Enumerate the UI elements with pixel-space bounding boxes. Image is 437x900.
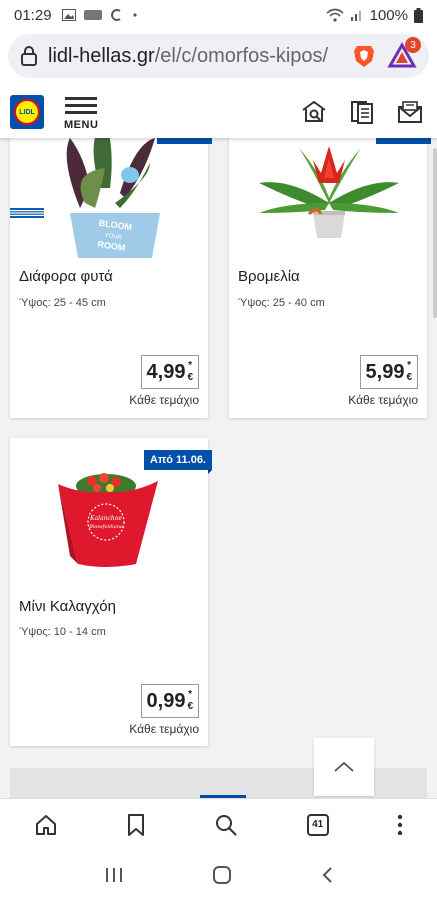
- signal-icon: [350, 11, 361, 21]
- home-icon[interactable]: [34, 813, 58, 837]
- address-bar[interactable]: lidl-hellas.gr/el/c/omorfos-kipos/ 3: [8, 34, 429, 78]
- brave-shields-icon[interactable]: [351, 43, 377, 69]
- price-value: 0,99: [146, 689, 186, 712]
- url-path: /el/c/omorfos-kipos/: [154, 44, 329, 67]
- lock-icon[interactable]: [20, 45, 38, 67]
- status-bar: 01:29 100%: [0, 0, 437, 30]
- url-domain: lidl-hellas.gr: [48, 44, 155, 67]
- wifi-icon: [326, 8, 344, 22]
- dot-notification-icon: [132, 13, 137, 17]
- price-value: 5,99: [365, 360, 405, 383]
- menu-label: MENU: [64, 119, 99, 131]
- product-card[interactable]: Από 11.06. Kalanchoe Blossfeldiana Μίνι …: [10, 438, 213, 746]
- tabs-button[interactable]: 41: [306, 813, 329, 836]
- product-image[interactable]: [229, 138, 427, 258]
- c-notification-icon: [110, 9, 121, 21]
- lidl-logo-mark: LIDL: [14, 99, 40, 125]
- menu-button[interactable]: MENU: [64, 93, 98, 131]
- more-options-icon[interactable]: [397, 814, 403, 836]
- price-star: *: [188, 360, 192, 371]
- product-card[interactable]: BLOOM YOUR ROOM Διάφορα φυτά Ύψος: 25 - …: [10, 138, 212, 418]
- price-box: 0,99 * €: [141, 684, 199, 718]
- product-image[interactable]: Kalanchoe Blossfeldiana: [10, 456, 208, 576]
- price-star: *: [407, 360, 411, 371]
- pot-text-blossfeldiana: Blossfeldiana: [88, 524, 123, 530]
- store-search-icon[interactable]: [301, 99, 327, 125]
- back-icon[interactable]: [321, 866, 333, 884]
- price-value: 4,99: [146, 360, 186, 383]
- status-right: 100%: [326, 7, 423, 24]
- product-image[interactable]: BLOOM YOUR ROOM: [10, 138, 208, 258]
- page-scrollbar[interactable]: [433, 148, 437, 318]
- battery-percent: 100%: [369, 6, 408, 24]
- browser-toolbar: lidl-hellas.gr/el/c/omorfos-kipos/ 3: [0, 30, 437, 86]
- status-time: 01:29: [14, 6, 52, 24]
- app-notification-icon: [83, 10, 102, 20]
- brave-rewards-button[interactable]: 3: [387, 37, 421, 71]
- price-currency: €: [187, 372, 193, 383]
- price-box: 5,99 * €: [360, 355, 418, 389]
- greek-flag-icon: [10, 208, 44, 218]
- product-grid: BLOOM YOUR ROOM Διάφορα φυτά Ύψος: 25 - …: [0, 138, 437, 798]
- price-unit: Κάθε τεμάχιο: [129, 722, 199, 736]
- product-height: Ύψος: 25 - 45 cm: [19, 297, 106, 309]
- url-text[interactable]: lidl-hellas.gr/el/c/omorfos-kipos/: [48, 45, 341, 68]
- price-currency: €: [406, 372, 412, 383]
- price-currency: €: [187, 701, 193, 712]
- battery-icon: [414, 7, 423, 23]
- bookmark-icon[interactable]: [126, 813, 146, 837]
- price-unit: Κάθε τεμάχιο: [348, 393, 418, 407]
- hamburger-icon: [65, 93, 98, 118]
- scroll-to-top-button[interactable]: [314, 738, 374, 796]
- lidl-logo[interactable]: LIDL: [10, 95, 44, 129]
- product-height: Ύψος: 10 - 14 cm: [19, 626, 106, 638]
- product-card[interactable]: Βρομελία Ύψος: 25 - 40 cm 5,99 * € Κάθε …: [229, 138, 431, 418]
- price-box: 4,99 * €: [141, 355, 199, 389]
- site-header: LIDL MENU: [0, 86, 437, 218]
- recent-apps-icon[interactable]: [104, 866, 124, 884]
- image-notification-icon: [61, 9, 76, 21]
- notification-icons: [61, 8, 138, 22]
- rewards-badge: 3: [405, 37, 421, 53]
- product-name[interactable]: Μίνι Καλαγχόη: [19, 598, 116, 615]
- android-navigation-bar: [0, 850, 437, 900]
- price-unit: Κάθε τεμάχιο: [129, 393, 199, 407]
- browser-bottom-toolbar: 41: [0, 798, 437, 850]
- product-name[interactable]: Βρομελία: [238, 268, 300, 285]
- chevron-up-icon: [334, 761, 354, 772]
- pot-text-kalanchoe: Kalanchoe: [89, 515, 122, 522]
- product-name[interactable]: Διάφορα φυτά: [19, 268, 113, 285]
- header-actions: [301, 99, 427, 125]
- home-button-icon[interactable]: [212, 865, 232, 885]
- price-star: *: [188, 689, 192, 700]
- product-height: Ύψος: 25 - 40 cm: [238, 297, 325, 309]
- leaflet-icon[interactable]: [349, 99, 375, 125]
- search-icon[interactable]: [214, 813, 238, 837]
- newsletter-icon[interactable]: [397, 99, 423, 125]
